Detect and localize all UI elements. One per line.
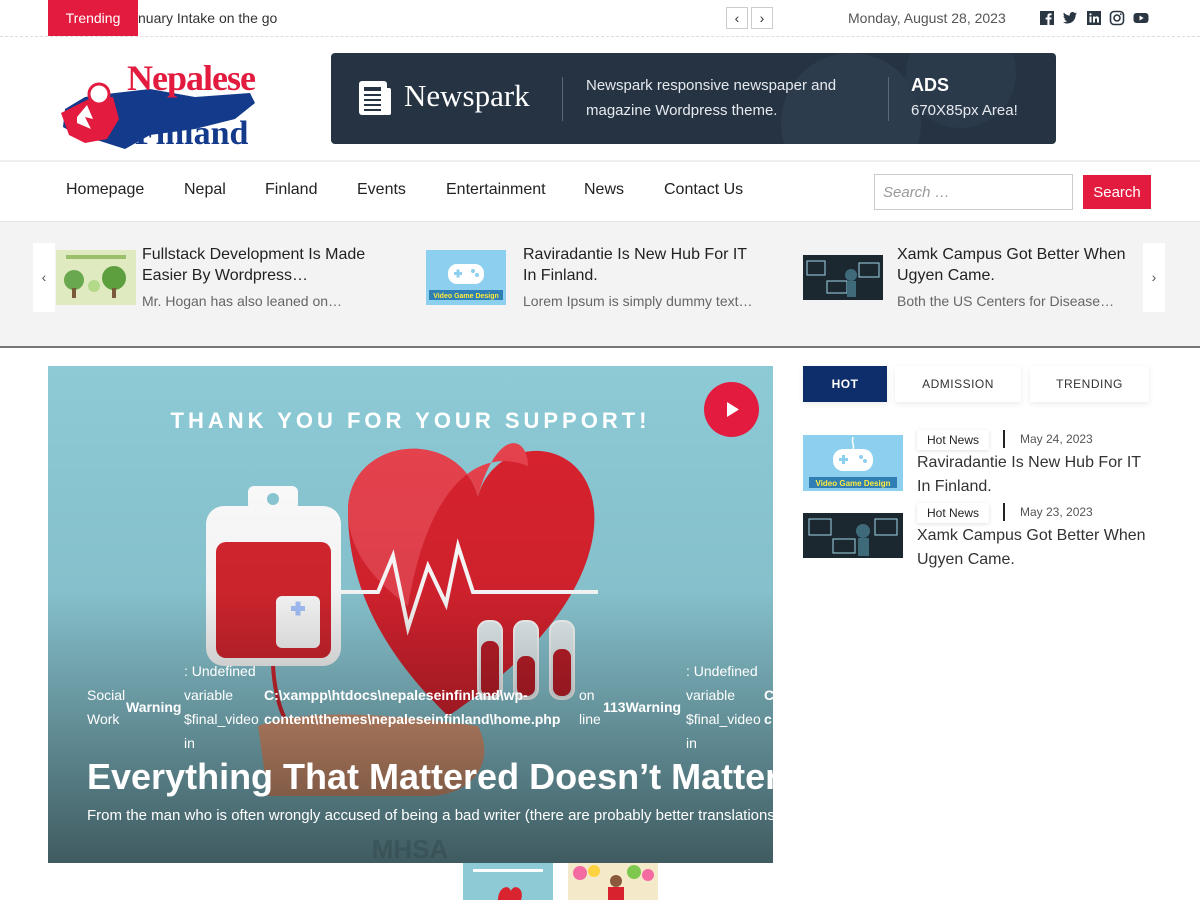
thumb-caption: Video Game Design [433, 293, 499, 300]
nav-item-homepage[interactable]: Homepage [66, 181, 144, 199]
current-date: Monday, August 28, 2023 [848, 10, 1006, 26]
hero-watermark: MHSA [372, 834, 449, 863]
post-category[interactable]: Work [87, 707, 119, 731]
play-icon [727, 402, 739, 417]
nav-item-contact-us[interactable]: Contact Us [664, 181, 743, 199]
php-warning-text: $final_video [184, 711, 259, 727]
strip-prev-button[interactable]: ‹ [33, 243, 55, 312]
post-title[interactable]: Raviradantie Is New Hub For IT In Finlan… [523, 244, 758, 286]
post-thumbnail[interactable] [803, 513, 903, 558]
site-logo[interactable]: Nepalese In Finland [55, 49, 290, 152]
ad-description: Newspark responsive newspaper and magazi… [586, 77, 837, 119]
post-category[interactable]: Social [87, 683, 125, 707]
ad-banner[interactable]: Newspark Newspark responsive newspaper a… [331, 53, 1056, 144]
php-warning-text: variable [184, 687, 234, 703]
linkedin-icon[interactable] [1086, 10, 1102, 26]
php-warning-text: on [579, 687, 595, 703]
hero-title[interactable]: Everything That Mattered Doesn’t Matter [87, 756, 773, 798]
post-date: May 23, 2023 [1020, 505, 1093, 519]
ad-size-text: 670X85px Area! [911, 102, 1018, 119]
nav-item-entertainment[interactable]: Entertainment [446, 181, 546, 199]
plants-image [56, 250, 136, 305]
hero-excerpt: From the man who is often wrongly accuse… [87, 807, 773, 824]
site-header: Nepalese In Finland Newspark Newspark re… [0, 37, 1200, 160]
main-navigation: Homepage Nepal Finland Events Entertainm… [0, 160, 1200, 222]
php-warning-path: C:\xampp\htdocs\nepaleseinfinland\wp- [264, 687, 528, 703]
search-input[interactable] [874, 174, 1073, 210]
newspaper-icon [359, 81, 391, 115]
search-button[interactable]: Search [1083, 175, 1151, 209]
hero-thumb-nav-item[interactable] [568, 863, 658, 900]
php-warning-text: variable [686, 687, 736, 703]
post-title[interactable]: Fullstack Development Is Made Easier By … [142, 244, 377, 286]
ad-label: ADS [911, 75, 950, 95]
meta-divider [1003, 503, 1005, 521]
post-thumbnail[interactable] [803, 255, 883, 300]
nav-item-nepal[interactable]: Nepal [184, 181, 226, 199]
tab-admission[interactable]: ADMISSION [895, 366, 1021, 402]
post-excerpt: Both the US Centers for Disease… [897, 293, 1115, 309]
instagram-icon[interactable] [1109, 10, 1125, 26]
hero-thumb-nav-item[interactable] [463, 863, 553, 900]
post-title[interactable]: Xamk Campus Got Better When Ugyen Came. [897, 244, 1132, 286]
post-date: May 24, 2023 [1020, 432, 1093, 446]
youtube-icon[interactable] [1133, 10, 1149, 26]
post-thumbnail[interactable]: Video Game Design [803, 435, 903, 491]
post-category-badge[interactable]: Hot News [917, 430, 990, 450]
php-warning-text: in [686, 735, 697, 751]
trending-badge: Trending [48, 0, 138, 36]
nav-item-news[interactable]: News [584, 181, 624, 199]
php-warning-text: in [184, 735, 195, 751]
facebook-icon[interactable] [1039, 10, 1055, 26]
php-warning-path: c [764, 711, 772, 727]
php-warning-label: Warning [126, 699, 182, 715]
post-title[interactable]: Xamk Campus Got Better When Ugyen Came. [917, 524, 1152, 572]
ad-divider [888, 77, 889, 121]
strip-next-button[interactable]: › [1143, 243, 1165, 312]
nav-item-finland[interactable]: Finland [265, 181, 317, 199]
top-bar: Trending nuary Intake on the go ‹ › Mond… [0, 0, 1200, 37]
hero-post[interactable]: MHSA THANK YOU FOR YOUR SUPPORT! Social … [48, 366, 773, 863]
tech-screen-image [803, 255, 883, 300]
featured-posts-strip: ‹ Fullstack Development Is Made Easier B… [0, 222, 1200, 348]
post-excerpt: Lorem Ipsum is simply dummy text… [523, 293, 753, 309]
php-warning-path: content\themes\nepaleseinfinland\home.ph… [264, 711, 561, 727]
play-button[interactable] [704, 382, 759, 437]
tab-trending[interactable]: TRENDING [1030, 366, 1149, 402]
thumb-caption: Video Game Design [816, 479, 891, 488]
balloons-thumbnail-image [568, 863, 658, 900]
ad-brand-name: Newspark [404, 78, 530, 113]
support-thumbnail-image [463, 863, 553, 900]
tab-hot[interactable]: HOT [803, 366, 887, 402]
tech-screen-image [803, 513, 903, 558]
php-warning-label: 113Warning [603, 699, 682, 715]
php-warning-text: $final_video [686, 711, 761, 727]
post-thumbnail[interactable] [56, 250, 136, 305]
php-warning-text: : Undefined [184, 663, 256, 679]
post-excerpt: Mr. Hogan has also leaned on… [142, 293, 343, 309]
php-warning-path: C [764, 687, 773, 703]
trending-ticker-text[interactable]: nuary Intake on the go [138, 0, 308, 36]
post-title[interactable]: Raviradantie Is New Hub For IT In Finlan… [917, 451, 1152, 499]
twitter-icon[interactable] [1062, 10, 1078, 26]
gamepad-image: Video Game Design [803, 435, 903, 491]
php-warning-text: : Undefined [686, 663, 758, 679]
meta-divider [1003, 430, 1005, 448]
ticker-next-button[interactable]: › [751, 7, 773, 29]
logo-text-line1: Nepalese [127, 58, 256, 98]
php-warning-text: line [579, 711, 601, 727]
hero-banner-text: THANK YOU FOR YOUR SUPPORT! [170, 408, 651, 433]
post-category-badge[interactable]: Hot News [917, 503, 990, 523]
gamepad-image: Video Game Design [426, 250, 506, 305]
post-thumbnail[interactable]: Video Game Design [426, 250, 506, 305]
ad-divider [562, 77, 563, 121]
nav-item-events[interactable]: Events [357, 181, 406, 199]
logo-text-line3: Finland [135, 115, 249, 152]
ticker-prev-button[interactable]: ‹ [726, 7, 748, 29]
